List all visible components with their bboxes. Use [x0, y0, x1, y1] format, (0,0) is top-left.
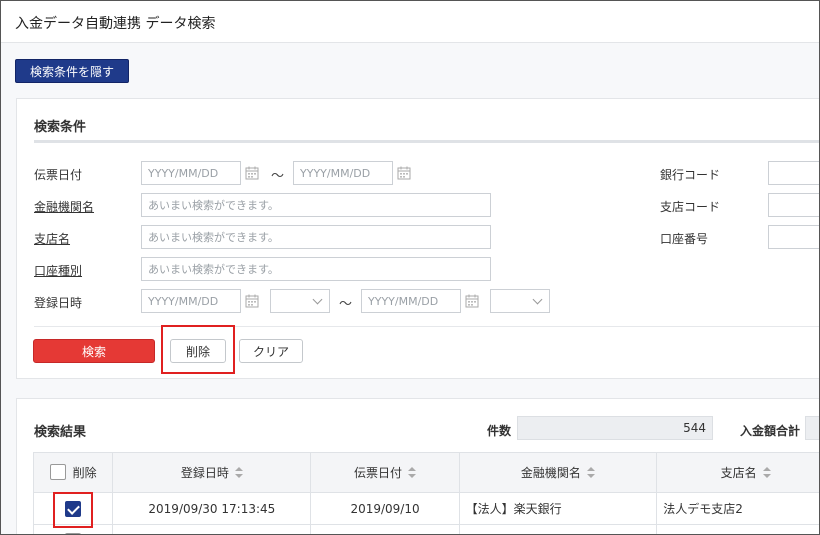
conditions-title-rule [34, 140, 819, 143]
row-voucher-date: 2019/09/10 [310, 492, 460, 525]
count-label: 件数 [487, 424, 512, 438]
row-checkbox-highlight [53, 492, 93, 528]
branch-name-label[interactable]: 支店名 [34, 230, 70, 247]
hide-conditions-button[interactable]: 検索条件を隠す [15, 59, 129, 83]
total-amount-label: 入金額合計 [740, 424, 801, 438]
app-window: 入金データ自動連携 データ検索 検索条件を隠す 検索条件 伝票日付 YYYY/M… [0, 0, 820, 535]
sort-icon[interactable] [408, 467, 417, 478]
calendar-icon[interactable] [465, 294, 479, 308]
sort-icon[interactable] [586, 467, 595, 478]
registered-at-from-time-select[interactable] [270, 289, 330, 313]
column-header-label: 伝票日付 [354, 466, 403, 480]
count-value: 544 [517, 416, 713, 440]
page-header: 入金データ自動連携 データ検索 [1, 1, 819, 43]
row-registered-at: 2019/09/30 17:13:45 [112, 492, 312, 525]
table-header-row: 削除 登録日時 伝票日付 金融機関名 支店名 [32, 452, 819, 493]
column-header-label: 支店名 [720, 466, 757, 480]
branch-code-label: 支店コード [660, 200, 721, 214]
bank-name-input[interactable]: あいまい検索ができます。 [141, 193, 491, 217]
column-header-voucher-date[interactable]: 伝票日付 [310, 452, 460, 493]
account-number-label: 口座番号 [660, 232, 709, 246]
table-row[interactable] [32, 524, 819, 534]
conditions-divider [34, 326, 819, 327]
sort-icon[interactable] [234, 467, 243, 478]
table-row[interactable]: 2019/09/30 17:13:45 2019/09/10 【法人】楽天銀行 … [32, 492, 819, 525]
registered-at-to-time-select[interactable] [490, 289, 550, 313]
search-results-panel: 検索結果 件数 544 入金額合計 削除 登録日時 伝票日付 金融機関名 支店名… [16, 398, 819, 534]
column-header-branch-name[interactable]: 支店名 [656, 452, 819, 493]
column-header-label: 削除 [72, 466, 97, 480]
row-branch-name: 法人デモ支店2 [656, 492, 819, 525]
voucher-date-to-input[interactable]: YYYY/MM/DD [293, 161, 393, 185]
range-tilde: ～ [271, 169, 285, 184]
results-title: 検索結果 [34, 425, 87, 440]
results-table: 削除 登録日時 伝票日付 金融機関名 支店名 2019/09/30 17:13:… [32, 452, 819, 534]
page-title: 入金データ自動連携 データ検索 [15, 16, 216, 32]
row-registered-at [112, 524, 312, 534]
calendar-icon[interactable] [245, 166, 259, 180]
bank-code-input[interactable] [768, 161, 819, 185]
column-header-delete: 削除 [32, 452, 114, 493]
bank-name-label[interactable]: 金融機関名 [34, 198, 94, 215]
row-voucher-date [310, 524, 460, 534]
select-all-checkbox[interactable] [49, 464, 66, 480]
delete-button-highlight [161, 325, 235, 374]
branch-code-input[interactable] [768, 193, 819, 217]
account-type-label[interactable]: 口座種別 [34, 262, 82, 279]
chevron-down-icon [312, 294, 323, 305]
total-amount-value [805, 416, 819, 440]
range-tilde: ～ [339, 297, 353, 312]
account-type-input[interactable]: あいまい検索ができます。 [141, 257, 491, 281]
sort-icon[interactable] [762, 467, 771, 478]
voucher-date-from-input[interactable]: YYYY/MM/DD [141, 161, 241, 185]
conditions-title: 検索条件 [34, 120, 87, 135]
bank-code-label: 銀行コード [660, 168, 721, 182]
calendar-icon[interactable] [397, 166, 411, 180]
search-conditions-panel: 検索条件 伝票日付 YYYY/MM/DD ～ YYYY/MM/DD 金融機関名 … [16, 98, 819, 379]
column-header-registered-at[interactable]: 登録日時 [112, 452, 312, 493]
clear-button[interactable]: クリア [239, 339, 303, 363]
registered-at-label: 登録日時 [34, 296, 83, 310]
voucher-date-label: 伝票日付 [34, 168, 83, 182]
branch-name-input[interactable]: あいまい検索ができます。 [141, 225, 491, 249]
column-header-label: 金融機関名 [520, 466, 581, 480]
registered-at-from-input[interactable]: YYYY/MM/DD [141, 289, 241, 313]
calendar-icon[interactable] [245, 294, 259, 308]
column-header-bank-name[interactable]: 金融機関名 [458, 452, 658, 493]
row-branch-name [656, 524, 819, 534]
column-header-label: 登録日時 [180, 466, 229, 480]
account-number-input[interactable] [768, 225, 819, 249]
row-bank-name [458, 524, 658, 534]
row-bank-name: 【法人】楽天銀行 [458, 492, 658, 525]
chevron-down-icon [532, 294, 543, 305]
registered-at-to-input[interactable]: YYYY/MM/DD [361, 289, 461, 313]
search-button[interactable]: 検索 [33, 339, 155, 363]
